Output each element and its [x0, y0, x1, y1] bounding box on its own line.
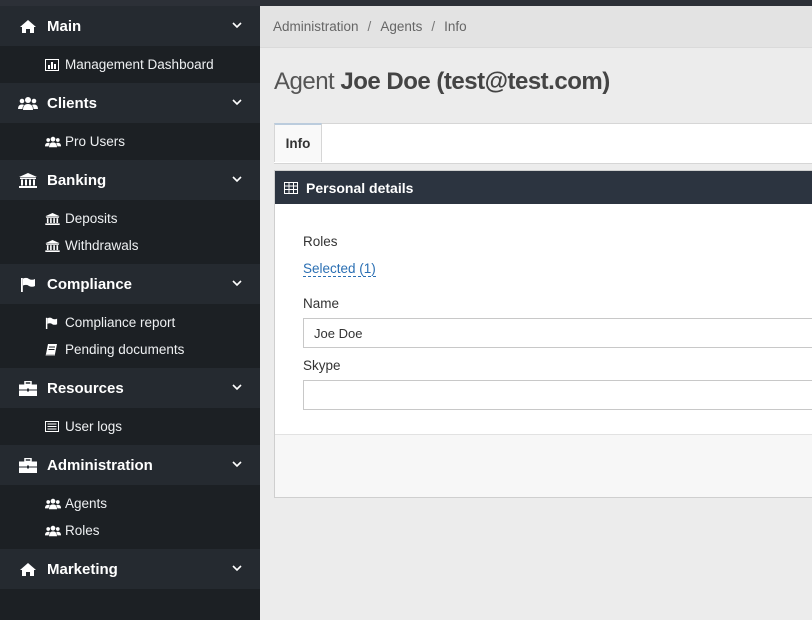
bar-chart-icon: [45, 58, 61, 71]
sidebar-item-roles[interactable]: Roles: [0, 517, 260, 544]
sidebar-item-label: Management Dashboard: [65, 57, 214, 72]
bank-icon: [45, 239, 61, 252]
sidebar-section-resources[interactable]: Resources: [0, 368, 260, 408]
sidebar-subnav-administration: Agents Roles: [0, 485, 260, 549]
sidebar-section-administration[interactable]: Administration: [0, 445, 260, 485]
sidebar-section-label: Administration: [47, 456, 153, 474]
users-icon: [45, 525, 61, 537]
tab-info[interactable]: Info: [274, 123, 322, 162]
sidebar-subnav-clients: Pro Users: [0, 123, 260, 160]
sidebar-item-label: Pending documents: [65, 342, 185, 357]
book-icon: [45, 343, 61, 356]
breadcrumb-item-agents[interactable]: Agents: [380, 19, 422, 34]
sidebar-item-management-dashboard[interactable]: Management Dashboard: [0, 51, 260, 78]
sidebar-section-compliance[interactable]: Compliance: [0, 264, 260, 304]
page-title-name: Joe Doe (test@test.com): [340, 68, 610, 95]
panel-footer: [275, 435, 812, 497]
sidebar-item-deposits[interactable]: Deposits: [0, 205, 260, 232]
flag-icon: [18, 276, 38, 292]
roles-selector-link[interactable]: Selected (1): [303, 261, 376, 277]
sidebar-item-label: Agents: [65, 496, 108, 511]
briefcase-icon: [18, 457, 38, 473]
sidebar-section-marketing[interactable]: Marketing: [0, 549, 260, 589]
name-label: Name: [303, 296, 340, 311]
sidebar-section-banking[interactable]: Banking: [0, 160, 260, 200]
sidebar-item-label: Roles: [65, 523, 100, 538]
sidebar-item-agents[interactable]: Agents: [0, 490, 260, 517]
breadcrumb-item-administration[interactable]: Administration: [273, 19, 359, 34]
sidebar-section-label: Clients: [47, 94, 98, 112]
home-icon: [18, 561, 38, 577]
bank-icon: [18, 172, 38, 188]
name-field[interactable]: [303, 318, 812, 348]
sidebar-item-pro-users[interactable]: Pro Users: [0, 128, 260, 155]
breadcrumb-separator: /: [431, 19, 436, 34]
breadcrumb-separator: /: [367, 19, 372, 34]
personal-details-panel: Personal details Roles Selected (1) Name…: [274, 170, 812, 498]
sidebar-section-label: Main: [47, 17, 82, 35]
breadcrumb-item-info: Info: [444, 19, 467, 34]
page-title-prefix: Agent: [274, 68, 335, 95]
sidebar-subnav-banking: Deposits Withdrawals: [0, 200, 260, 264]
chevron-down-icon: [232, 461, 242, 468]
users-icon: [45, 498, 61, 510]
sidebar-section-label: Resources: [47, 379, 124, 397]
sidebar: Main Management Dashboard Clients Pro Us…: [0, 6, 260, 620]
chevron-down-icon: [232, 22, 242, 29]
sidebar-subnav-compliance: Compliance report Pending documents: [0, 304, 260, 368]
panel-body: Roles Selected (1) Name Skype: [275, 204, 812, 435]
sidebar-item-withdrawals[interactable]: Withdrawals: [0, 232, 260, 259]
sidebar-section-clients[interactable]: Clients: [0, 83, 260, 123]
chevron-down-icon: [232, 99, 242, 106]
flag-icon: [45, 317, 61, 329]
sidebar-section-label: Banking: [47, 171, 107, 189]
breadcrumb: Administration / Agents / Info: [260, 6, 812, 48]
list-icon: [45, 421, 61, 433]
users-icon: [18, 95, 38, 111]
users-icon: [45, 136, 61, 148]
sidebar-item-label: Withdrawals: [65, 238, 139, 253]
main-content: Administration / Agents / Info Agent Joe…: [260, 6, 812, 620]
bank-icon: [45, 212, 61, 225]
page-title: Agent Joe Doe (test@test.com): [274, 68, 610, 96]
sidebar-item-pending-documents[interactable]: Pending documents: [0, 336, 260, 363]
home-icon: [18, 18, 38, 34]
sidebar-item-compliance-report[interactable]: Compliance report: [0, 309, 260, 336]
sidebar-section-label: Marketing: [47, 560, 118, 578]
sidebar-item-label: Deposits: [65, 211, 118, 226]
sidebar-item-label: User logs: [65, 419, 123, 434]
chevron-down-icon: [232, 565, 242, 572]
roles-label: Roles: [303, 234, 338, 249]
panel-header: Personal details: [275, 171, 812, 204]
skype-label: Skype: [303, 358, 341, 373]
sidebar-item-label: Compliance report: [65, 315, 176, 330]
sidebar-item-user-logs[interactable]: User logs: [0, 413, 260, 440]
table-icon: [284, 181, 298, 194]
tab-bar: Info: [274, 123, 812, 164]
sidebar-subnav-resources: User logs: [0, 408, 260, 445]
sidebar-item-label: Pro Users: [65, 134, 126, 149]
sidebar-section-label: Compliance: [47, 275, 133, 293]
chevron-down-icon: [232, 280, 242, 287]
skype-field[interactable]: [303, 380, 812, 410]
chevron-down-icon: [232, 176, 242, 183]
sidebar-subnav-main: Management Dashboard: [0, 46, 260, 83]
briefcase-icon: [18, 380, 38, 396]
panel-title: Personal details: [306, 179, 414, 196]
sidebar-section-main[interactable]: Main: [0, 6, 260, 46]
chevron-down-icon: [232, 384, 242, 391]
